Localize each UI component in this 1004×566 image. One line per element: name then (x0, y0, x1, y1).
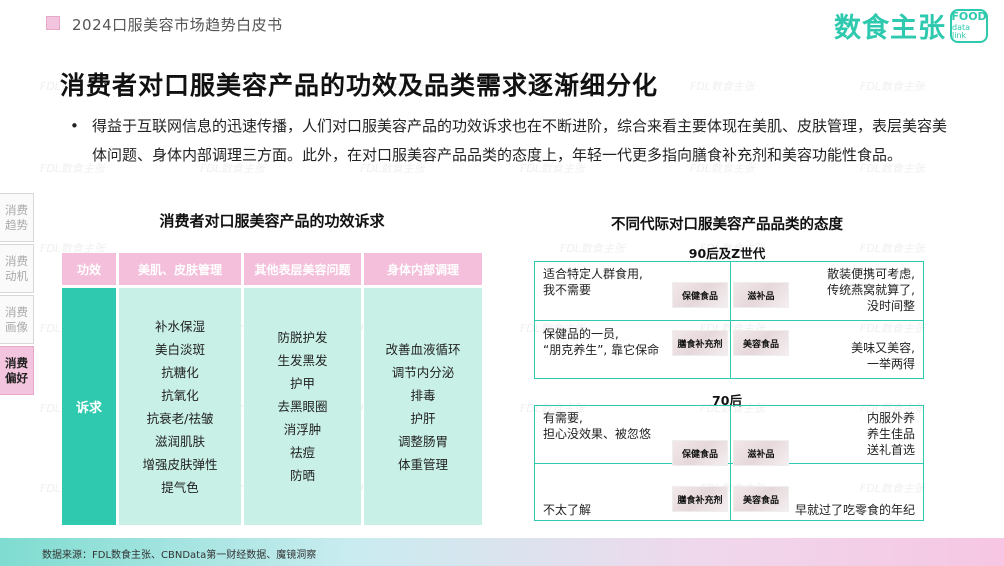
efficacy-item: 抗糖化 (161, 364, 199, 380)
quadrant-text-br: 美味又美容, 一举两得 (851, 340, 915, 372)
side-nav: 消费趋势 消费动机 消费画像 消费偏好 (0, 193, 34, 397)
watermark: FDL数食主张 (860, 80, 925, 93)
efficacy-item: 去黑眼圈 (277, 399, 328, 414)
efficacy-column-skin: 补水保湿美白淡斑抗糖化抗氧化抗衰老/祛皱 滋润肌肤增强皮肤弹性 提气色 (119, 288, 241, 525)
watermark: FDL数食主张 (690, 80, 755, 93)
side-nav-label: 消费动机 (5, 253, 28, 283)
badge-bottom: data link (952, 23, 971, 40)
source-note: 数据来源：FDL数食主张、CBNData第一财经数据、魔镜洞察 (42, 550, 317, 561)
efficacy-item: 增强皮肤弹性 (142, 456, 218, 472)
quadrant-text-tr: 散装便携可考虑, 传统燕窝就算了, 没时间整 (827, 266, 915, 314)
efficacy-item: 防脱护发 (277, 330, 328, 345)
product-category-tag: 保健食品 (672, 440, 728, 466)
efficacy-table: 功效 美肌、皮肤管理 其他表层美容问题 身体内部调理 诉求 补水保湿美白淡斑抗糖… (62, 253, 482, 525)
quadrant-line: 有需要, (543, 411, 583, 425)
row-label: 诉求 (62, 288, 116, 525)
quadrant-text-bl: 保健品的一员, “朋克养生”, 靠它保命 (543, 326, 659, 358)
page-title: 消费者对口服美容产品的功效及品类需求逐渐细分化 (60, 71, 659, 100)
quadrant-line: 养生佳品 (866, 427, 915, 441)
product-category-tag: 滋补品 (733, 440, 789, 466)
efficacy-item: 护肝 (410, 410, 436, 426)
table-header: 身体内部调理 (364, 253, 482, 285)
side-nav-label: 消费画像 (5, 304, 28, 334)
efficacy-item: 护甲 (289, 376, 315, 391)
efficacy-column-surface: 防脱护发生发黑发护甲去黑眼圈消浮肿祛痘防晒 (244, 288, 361, 525)
quadrant-text-tr: 内服外养养生佳品送礼首选 (867, 410, 915, 458)
attitude-quadrant-young: 适合特定人群食用, 我不需要 散装便携可考虑, 传统燕窝就算了, 没时间整保健品的一员,… (534, 261, 924, 379)
left-chart-title: 消费者对口服美容产品的功效诉求 (159, 212, 385, 230)
product-category-tag: 美容食品 (733, 330, 789, 356)
efficacy-item: 补水保湿 (154, 318, 205, 334)
efficacy-item: 生发黑发 (277, 353, 328, 368)
efficacy-item: 祛痘 (289, 445, 315, 460)
efficacy-column-internal: 改善血液循环 调节内分泌排毒护肝调整肠胃体重管理 (364, 288, 482, 525)
side-nav-label: 消费偏好 (5, 355, 28, 385)
quadrant-line: 没时间整 (866, 299, 915, 313)
table-header: 其他表层美容问题 (244, 253, 361, 285)
quadrant-divider (535, 463, 923, 464)
intro-paragraph: • 得益于互联网信息的迅速传播，人们对口服美容产品的功效诉求也在不断进阶，综合来… (70, 112, 950, 170)
side-nav-item-trend[interactable]: 消费趋势 (0, 193, 34, 242)
quadrant-line: 一举两得 (866, 357, 915, 371)
quadrant-line: 我不需要 (543, 283, 592, 297)
quadrant-divider (535, 320, 923, 321)
table-header: 功效 (62, 253, 116, 285)
quadrant-line: 送礼首选 (866, 443, 915, 457)
doc-title: 2024口服美容市场趋势白皮书 (72, 16, 283, 34)
intro-text: 得益于互联网信息的迅速传播，人们对口服美容产品的功效诉求也在不断进阶，综合来看主… (92, 117, 948, 164)
quadrant-line: 保健品的一员, (543, 327, 619, 341)
quadrant-text-bl: 不太了解 (543, 502, 591, 518)
quadrant-line: “朋克养生”, 靠它保命 (543, 343, 660, 357)
efficacy-item: 抗衰老/祛皱 (146, 410, 214, 426)
product-category-tag: 保健食品 (672, 282, 728, 308)
efficacy-item: 抗氧化 (161, 387, 199, 403)
right-chart-title: 不同代际对口服美容产品品类的态度 (611, 217, 843, 233)
doc-square-icon (46, 16, 60, 30)
efficacy-item: 美白淡斑 (154, 341, 205, 357)
efficacy-item: 消浮肿 (283, 422, 322, 437)
product-category-tag: 膳食补充剂 (672, 330, 728, 356)
food-badge-icon: FOOD data link (950, 8, 988, 43)
quadrant-line: 散装便携可考虑, (827, 267, 915, 281)
product-category-tag: 滋补品 (733, 282, 789, 308)
quadrant-line: 早就过了吃零食的年纪 (794, 503, 915, 517)
product-category-tag: 膳食补充剂 (672, 486, 728, 512)
quadrant-line: 担心没效果、被忽悠 (543, 427, 652, 441)
quadrant-text-br: 早就过了吃零食的年纪 (795, 502, 915, 518)
table-header: 美肌、皮肤管理 (119, 253, 241, 285)
side-nav-label: 消费趋势 (5, 202, 28, 232)
efficacy-item: 调整肠胃 (397, 433, 448, 449)
product-category-tag: 美容食品 (733, 486, 789, 512)
side-nav-item-motive[interactable]: 消费动机 (0, 244, 34, 293)
attitude-quadrant-70s: 有需要, 担心没效果、被忽悠 内服外养养生佳品送礼首选不太了解 早就过了吃零食的年纪 保… (534, 405, 924, 521)
brand-name: 数食主张 (834, 13, 946, 44)
quadrant-line: 内服外养 (866, 411, 915, 425)
quadrant-line: 适合特定人群食用, (543, 267, 643, 281)
quadrant-line: 美味又美容, (851, 341, 915, 355)
badge-top: FOOD (951, 10, 987, 23)
group-label: 90后及Z世代 (688, 246, 766, 261)
efficacy-item: 防晒 (289, 468, 315, 483)
quadrant-line: 不太了解 (543, 503, 592, 517)
efficacy-item: 改善血液循环 (385, 341, 461, 357)
quadrant-line: 传统燕窝就算了, (827, 283, 915, 297)
side-nav-item-profile[interactable]: 消费画像 (0, 295, 34, 344)
brand-logo: 数食主张 FOOD data link (834, 6, 988, 45)
side-nav-item-preference[interactable]: 消费偏好 (0, 346, 34, 395)
efficacy-item: 体重管理 (397, 456, 448, 472)
efficacy-item: 调节内分泌 (391, 364, 455, 380)
efficacy-item: 排毒 (410, 387, 436, 403)
efficacy-item: 滋润肌肤 (154, 433, 205, 449)
bullet: • (70, 117, 79, 135)
quadrant-text-tl: 有需要, 担心没效果、被忽悠 (543, 410, 651, 442)
top-header: 2024口服美容市场趋势白皮书 数食主张 FOOD data link (0, 0, 1004, 50)
efficacy-item: 提气色 (161, 479, 199, 495)
quadrant-text-tl: 适合特定人群食用, 我不需要 (543, 266, 643, 298)
